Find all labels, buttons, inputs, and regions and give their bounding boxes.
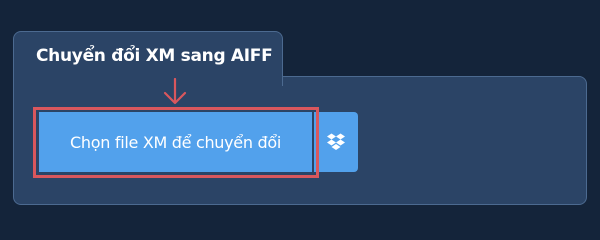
page: Chuyển đổi XM sang AIFF Chọn file XM để … bbox=[0, 0, 600, 230]
tab-title: Chuyển đổi XM sang AIFF bbox=[36, 46, 273, 66]
converter-tab: Chuyển đổi XM sang AIFF bbox=[13, 31, 283, 86]
dropbox-icon bbox=[327, 133, 345, 150]
highlight-frame bbox=[33, 107, 319, 178]
down-arrow-icon bbox=[163, 78, 187, 105]
dropbox-button[interactable] bbox=[314, 112, 358, 172]
